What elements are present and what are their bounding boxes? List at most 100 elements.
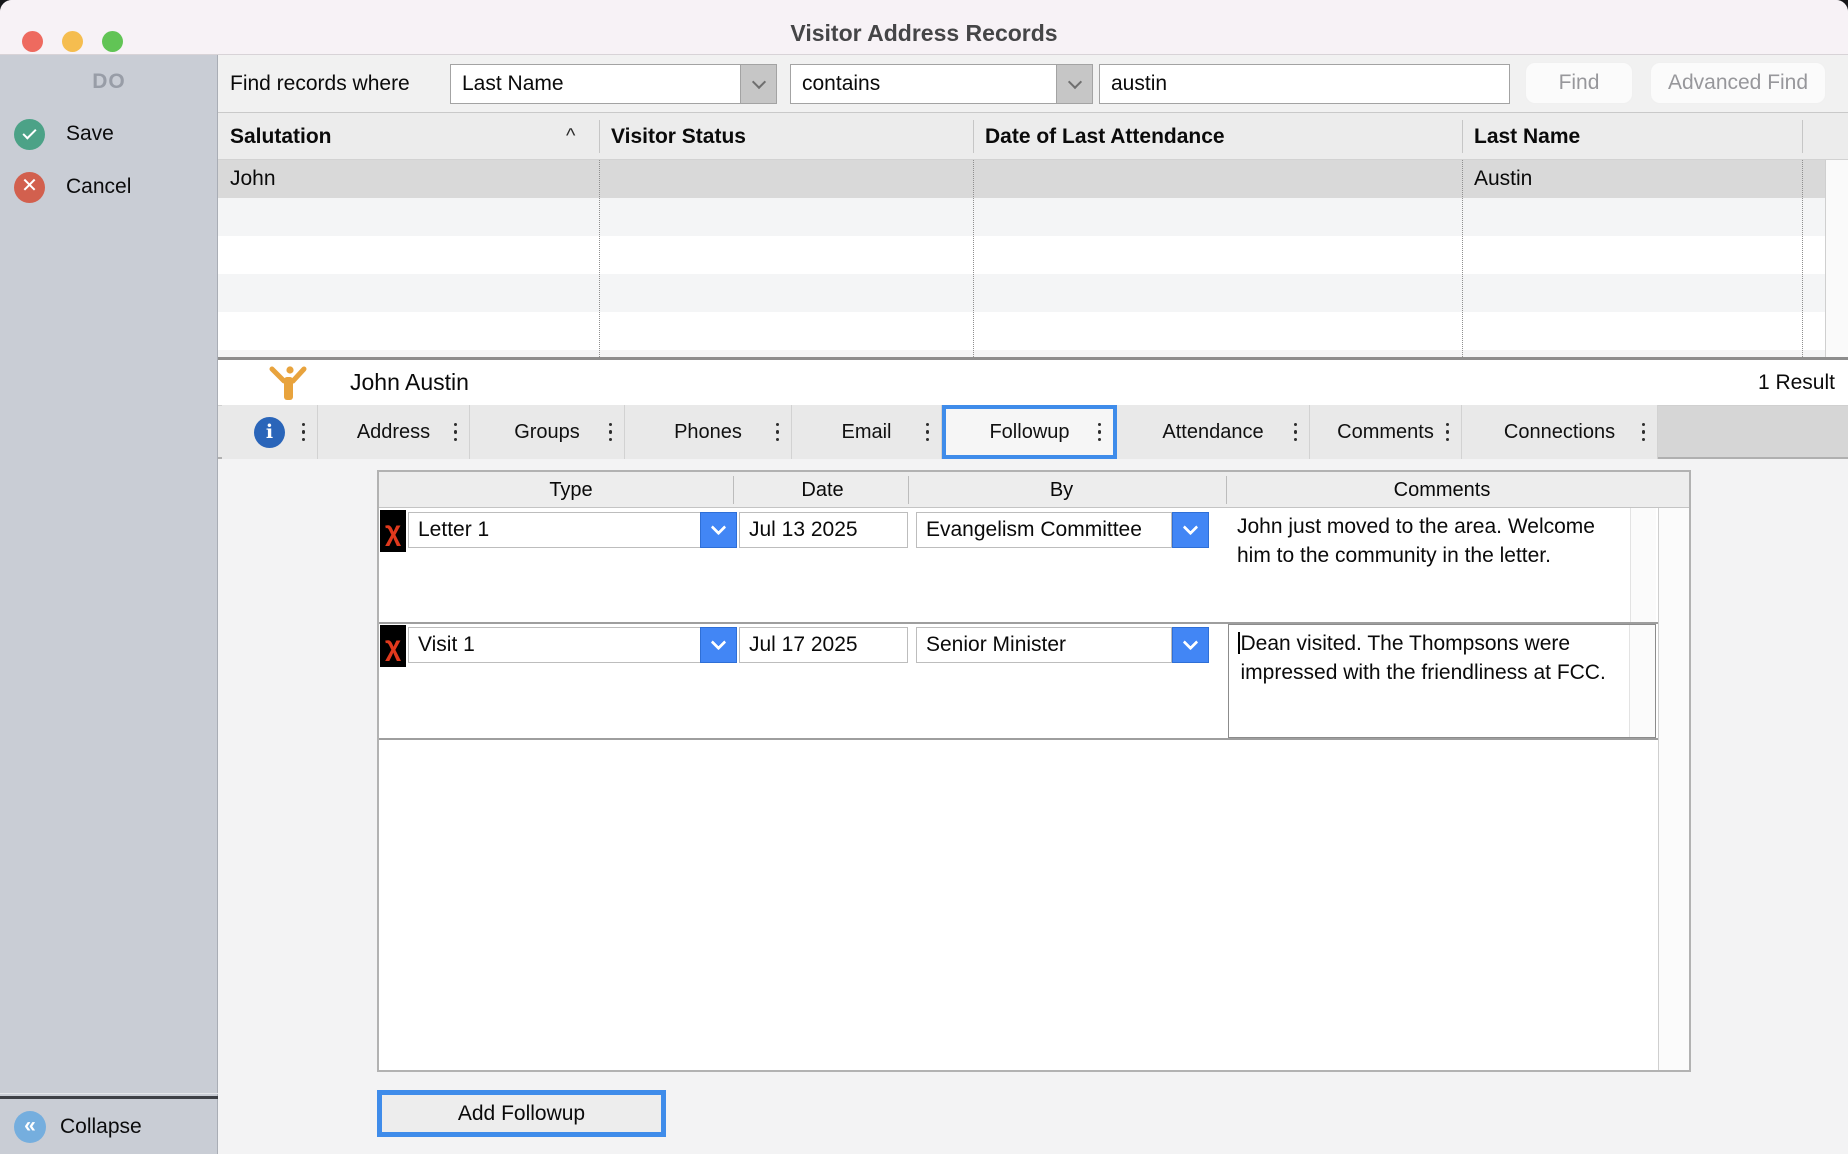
sort-ascending-icon[interactable]: ^ bbox=[566, 113, 575, 160]
cancel-label: Cancel bbox=[66, 175, 131, 199]
collapse-chevrons-icon: « bbox=[14, 1111, 46, 1143]
tab-menu-dots-icon[interactable] bbox=[609, 423, 613, 442]
advanced-find-button[interactable]: Advanced Find bbox=[1650, 62, 1826, 104]
tab-label: Groups bbox=[514, 421, 580, 444]
followup-comments-cell-focused[interactable]: Dean visited. The Thompsons were impress… bbox=[1228, 624, 1656, 738]
tab-phones[interactable]: Phones bbox=[625, 405, 792, 459]
type-dropdown-button[interactable] bbox=[700, 512, 737, 548]
tab-label: Address bbox=[357, 421, 430, 444]
tab-label: Followup bbox=[989, 421, 1069, 444]
tab-menu-dots-icon[interactable] bbox=[1642, 423, 1646, 442]
followup-comments-cell[interactable]: John just moved to the area. Welcome him… bbox=[1228, 508, 1656, 622]
tab-menu-dots-icon[interactable] bbox=[1098, 423, 1102, 442]
followup-type-field[interactable]: Letter 1 bbox=[408, 512, 702, 548]
tab-label: Connections bbox=[1504, 421, 1615, 444]
followup-by-field[interactable]: Evangelism Committee bbox=[916, 512, 1172, 548]
cell-salutation: John bbox=[218, 160, 599, 198]
table-row-empty[interactable] bbox=[218, 350, 1825, 357]
operator-select[interactable]: contains bbox=[790, 64, 1093, 104]
tab-followup-selected[interactable]: Followup bbox=[942, 405, 1117, 459]
by-dropdown-button[interactable] bbox=[1172, 512, 1209, 548]
followup-scrollbar[interactable] bbox=[1658, 508, 1689, 1070]
text-caret bbox=[1238, 632, 1240, 654]
field-select-value: Last Name bbox=[451, 72, 740, 96]
tab-connections[interactable]: Connections bbox=[1462, 405, 1658, 459]
save-check-icon bbox=[14, 119, 45, 150]
column-separator bbox=[973, 160, 974, 357]
table-row-empty[interactable] bbox=[218, 312, 1825, 350]
tab-bar-filler bbox=[1658, 406, 1848, 457]
followup-header-separator bbox=[1226, 476, 1227, 504]
followup-column-date: Date bbox=[737, 472, 908, 508]
column-separator bbox=[599, 160, 600, 357]
followup-date-field[interactable]: Jul 13 2025 bbox=[739, 512, 908, 548]
chevron-down-icon bbox=[711, 635, 727, 651]
comments-scrollbar[interactable] bbox=[1629, 625, 1655, 737]
column-header-visitor-status[interactable]: Visitor Status bbox=[599, 113, 973, 160]
collapse-button[interactable]: « Collapse bbox=[0, 1110, 218, 1144]
cell-date-of-last-attendance bbox=[973, 160, 1462, 198]
table-row-selected[interactable]: John Austin bbox=[218, 160, 1825, 198]
followup-column-comments: Comments bbox=[1228, 472, 1656, 508]
window-title: Visitor Address Records bbox=[0, 0, 1848, 55]
by-dropdown-button[interactable] bbox=[1172, 627, 1209, 663]
find-records-where-label: Find records where bbox=[230, 72, 410, 96]
tab-menu-dots-icon[interactable] bbox=[926, 423, 930, 442]
tab-menu-dots-icon[interactable] bbox=[1446, 423, 1450, 442]
tab-label: Email bbox=[841, 421, 891, 444]
followup-column-type: Type bbox=[405, 472, 737, 508]
tab-menu-dots-icon[interactable] bbox=[1294, 423, 1298, 442]
sidebar-header: DO bbox=[0, 70, 218, 94]
find-button[interactable]: Find bbox=[1525, 62, 1633, 104]
add-followup-button[interactable]: Add Followup bbox=[377, 1090, 666, 1137]
chevron-down-icon bbox=[1183, 635, 1199, 651]
followup-by-field[interactable]: Senior Minister bbox=[916, 627, 1172, 663]
column-separator bbox=[1802, 160, 1803, 357]
tab-menu-dots-icon[interactable] bbox=[302, 423, 306, 442]
comments-scrollbar[interactable] bbox=[1630, 508, 1656, 622]
column-header-last-name[interactable]: Last Name bbox=[1462, 113, 1802, 160]
table-row-empty[interactable] bbox=[218, 198, 1825, 236]
cancel-button[interactable]: ✕ Cancel bbox=[0, 170, 218, 204]
tab-menu-dots-icon[interactable] bbox=[454, 423, 458, 442]
column-header-salutation[interactable]: Salutation bbox=[218, 113, 599, 160]
header-separator bbox=[973, 120, 974, 153]
save-button[interactable]: Save bbox=[0, 117, 218, 151]
info-icon: i bbox=[254, 417, 285, 448]
table-row-empty[interactable] bbox=[218, 274, 1825, 312]
tab-email[interactable]: Email bbox=[792, 405, 942, 459]
followup-type-field[interactable]: Visit 1 bbox=[408, 627, 702, 663]
comments-text: Dean visited. The Thompsons were impress… bbox=[1241, 629, 1609, 687]
followup-date-field[interactable]: Jul 17 2025 bbox=[739, 627, 908, 663]
chevron-down-icon[interactable] bbox=[740, 65, 776, 103]
tab-address[interactable]: Address bbox=[318, 405, 470, 459]
results-scrollbar[interactable] bbox=[1825, 160, 1848, 357]
followup-header-separator bbox=[908, 476, 909, 504]
type-dropdown-button[interactable] bbox=[700, 627, 737, 663]
sidebar bbox=[0, 55, 218, 1154]
cell-last-name: Austin bbox=[1462, 160, 1802, 198]
app-window: Visitor Address Records DO Save ✕ Cancel… bbox=[0, 0, 1848, 1154]
tab-info[interactable]: i bbox=[222, 405, 318, 459]
tab-attendance[interactable]: Attendance bbox=[1117, 405, 1310, 459]
search-input[interactable]: austin bbox=[1099, 64, 1510, 104]
row-marker-icon[interactable]: χ bbox=[380, 625, 406, 667]
tab-comments[interactable]: Comments bbox=[1310, 405, 1462, 459]
cancel-x-icon: ✕ bbox=[14, 172, 45, 203]
chevron-down-icon[interactable] bbox=[1056, 65, 1092, 103]
collapse-label: Collapse bbox=[60, 1115, 142, 1139]
tab-groups[interactable]: Groups bbox=[470, 405, 625, 459]
column-header-date-of-last-attendance[interactable]: Date of Last Attendance bbox=[973, 113, 1462, 160]
sidebar-divider bbox=[0, 1093, 218, 1094]
row-marker-icon[interactable]: χ bbox=[380, 510, 406, 552]
header-separator bbox=[1462, 120, 1463, 153]
followup-column-by: By bbox=[914, 472, 1209, 508]
table-row-empty[interactable] bbox=[218, 236, 1825, 274]
header-separator bbox=[599, 120, 600, 153]
chevron-down-icon bbox=[1183, 520, 1199, 536]
tab-menu-dots-icon[interactable] bbox=[776, 423, 780, 442]
comments-text: John just moved to the area. Welcome him… bbox=[1237, 512, 1605, 570]
result-count: 1 Result bbox=[1758, 360, 1835, 405]
person-icon bbox=[266, 366, 310, 400]
field-select[interactable]: Last Name bbox=[450, 64, 777, 104]
